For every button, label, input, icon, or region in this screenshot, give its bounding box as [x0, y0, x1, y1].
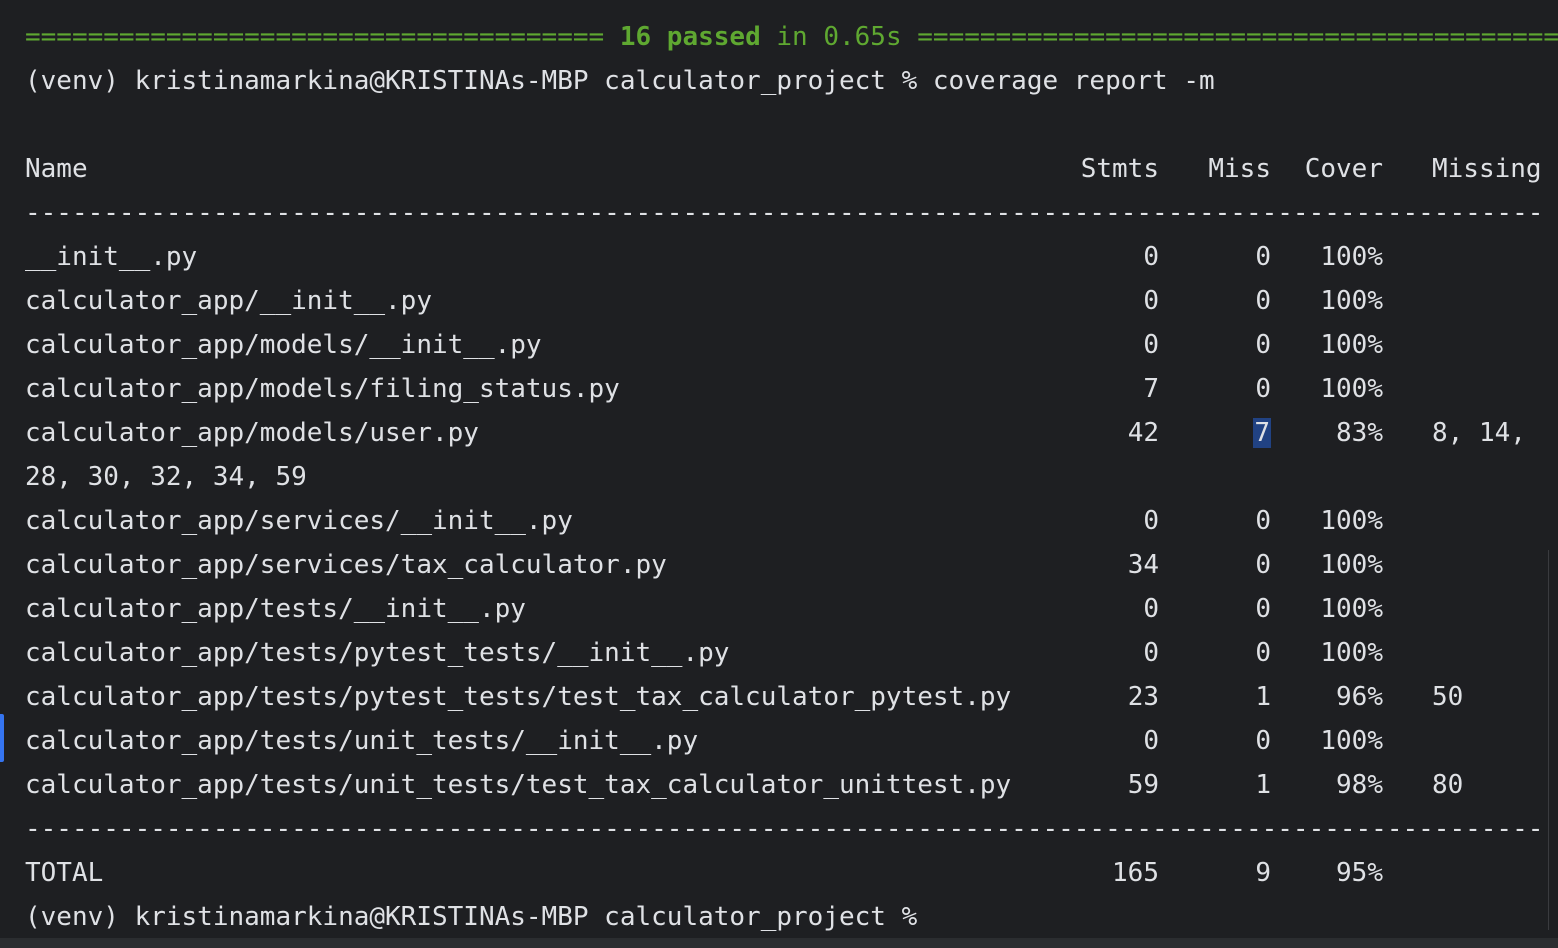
row-miss: 1	[1255, 682, 1271, 712]
table-header: Name Stmts Miss Cover Missing	[25, 147, 1545, 191]
table-row: calculator_app/models/user.py 42 7 83% 8…	[25, 411, 1545, 455]
row-stmts: 0	[1143, 506, 1159, 536]
row-stmts: 7	[1143, 374, 1159, 404]
summary-right-rule: ========================================…	[917, 22, 1558, 52]
table-row: calculator_app/tests/pytest_tests/test_t…	[25, 675, 1545, 719]
row-stmts: 0	[1143, 594, 1159, 624]
header-cover: Cover	[1304, 154, 1383, 184]
row-name: __init__.py	[25, 242, 198, 272]
summary-passed-count: 16 passed	[619, 22, 761, 52]
row-name: calculator_app/tests/unit_tests/__init__…	[25, 726, 699, 756]
table-row: calculator_app/tests/unit_tests/__init__…	[25, 719, 1545, 763]
row-cover: 100%	[1320, 286, 1383, 316]
summary-duration: in 0.65s	[760, 22, 918, 52]
row-cover: 100%	[1320, 506, 1383, 536]
row-stmts: 0	[1143, 330, 1159, 360]
table-row: calculator_app/models/filing_status.py 7…	[25, 367, 1545, 411]
row-miss: 0	[1255, 330, 1271, 360]
row-cover: 100%	[1320, 726, 1383, 756]
row-cover: 100%	[1320, 374, 1383, 404]
row-name: calculator_app/models/filing_status.py	[25, 374, 620, 404]
table-row: calculator_app/services/__init__.py 0 0 …	[25, 499, 1545, 543]
row-miss: 0	[1255, 286, 1271, 316]
row-missing: 8, 14,	[1432, 418, 1526, 448]
terminal-window[interactable]: ===================================== 16…	[0, 0, 1558, 948]
row-stmts: 0	[1143, 242, 1159, 272]
command-prompt-line: (venv) kristinamarkina@KRISTINAs-MBP cal…	[25, 66, 1215, 96]
table-row: calculator_app/tests/pytest_tests/__init…	[25, 631, 1545, 675]
table-separator-bottom: ----------------------------------------…	[25, 814, 1542, 844]
row-miss: 0	[1255, 594, 1271, 624]
total-stmts: 165	[1112, 858, 1159, 888]
summary-left-rule: =====================================	[25, 22, 605, 52]
wrapped-missing-lines: 28, 30, 32, 34, 59	[25, 462, 307, 492]
row-miss: 0	[1255, 242, 1271, 272]
row-name: calculator_app/services/tax_calculator.p…	[25, 550, 667, 580]
row-stmts: 34	[1127, 550, 1159, 580]
table-row: calculator_app/models/__init__.py 0 0 10…	[25, 323, 1545, 367]
row-missing: 80	[1432, 770, 1464, 800]
table-row: calculator_app/__init__.py 0 0 100%	[25, 279, 1545, 323]
selected-text-highlight[interactable]: 7	[1253, 418, 1271, 448]
row-name: calculator_app/tests/unit_tests/test_tax…	[25, 770, 1012, 800]
row-name: calculator_app/models/user.py	[25, 418, 479, 448]
row-stmts: 23	[1127, 682, 1159, 712]
row-cover: 100%	[1320, 330, 1383, 360]
row-miss: 0	[1255, 638, 1271, 668]
vertical-scrollbar[interactable]	[1548, 550, 1558, 930]
row-stmts: 0	[1143, 638, 1159, 668]
row-cover: 100%	[1320, 594, 1383, 624]
row-miss: 0	[1255, 374, 1271, 404]
row-miss: 0	[1255, 506, 1271, 536]
row-miss: 0	[1255, 726, 1271, 756]
table-row: calculator_app/services/tax_calculator.p…	[25, 543, 1545, 587]
row-miss: 0	[1255, 550, 1271, 580]
row-cover: 96%	[1336, 682, 1383, 712]
row-cover: 100%	[1320, 242, 1383, 272]
row-miss: 1	[1255, 770, 1271, 800]
total-miss: 9	[1255, 858, 1271, 888]
row-name: calculator_app/__init__.py	[25, 286, 432, 316]
row-stmts: 0	[1143, 286, 1159, 316]
table-row: calculator_app/tests/__init__.py 0 0 100…	[25, 587, 1545, 631]
final-prompt-line[interactable]: (venv) kristinamarkina@KRISTINAs-MBP cal…	[25, 895, 917, 939]
total-cover: 95%	[1336, 858, 1383, 888]
gutter-marker	[0, 714, 4, 762]
row-stmts: 0	[1143, 726, 1159, 756]
table-separator-top: ----------------------------------------…	[25, 198, 1542, 228]
row-missing: 50	[1432, 682, 1464, 712]
row-cover: 83%	[1336, 418, 1383, 448]
header-name: Name	[25, 154, 88, 184]
row-stmts: 42	[1127, 418, 1159, 448]
row-miss: 7	[1185, 411, 1271, 455]
header-stmts: Stmts	[1080, 154, 1159, 184]
header-miss: Miss	[1208, 154, 1271, 184]
pytest-summary-line: ===================================== 16…	[25, 15, 1558, 59]
row-cover: 100%	[1320, 638, 1383, 668]
row-cover: 100%	[1320, 550, 1383, 580]
row-name: calculator_app/services/__init__.py	[25, 506, 573, 536]
table-row: calculator_app/tests/unit_tests/test_tax…	[25, 763, 1545, 807]
header-missing: Missing	[1432, 154, 1542, 184]
bottom-panel-edge	[0, 938, 1558, 948]
row-stmts: 59	[1127, 770, 1159, 800]
total-label: TOTAL	[25, 858, 104, 888]
row-name: calculator_app/tests/pytest_tests/__init…	[25, 638, 730, 668]
row-name: calculator_app/tests/__init__.py	[25, 594, 526, 624]
table-row: __init__.py 0 0 100%	[25, 235, 1545, 279]
row-name: calculator_app/tests/pytest_tests/test_t…	[25, 682, 1012, 712]
row-name: calculator_app/models/__init__.py	[25, 330, 542, 360]
row-cover: 98%	[1336, 770, 1383, 800]
table-total-row: TOTAL 165 9 95%	[25, 851, 1545, 895]
